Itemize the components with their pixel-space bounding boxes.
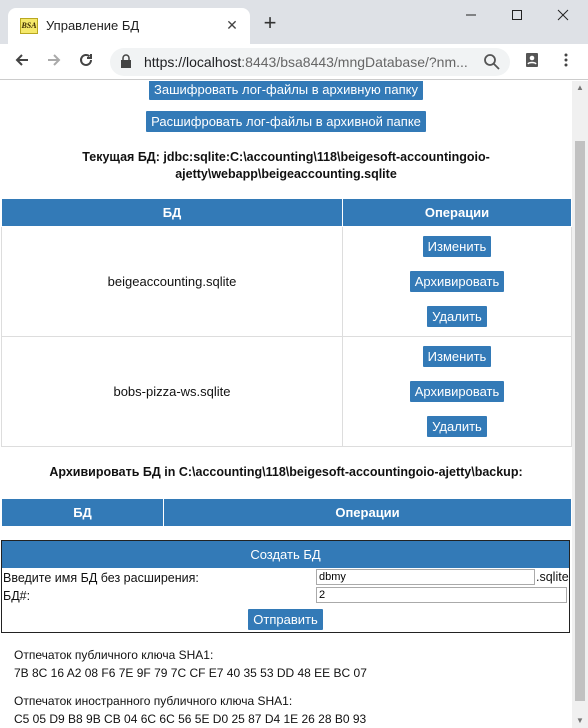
forward-arrow-icon — [48, 54, 61, 66]
browser-toolbar: https://localhost:8443/bsa8443/mngDataba… — [0, 44, 588, 80]
archive-button[interactable]: Архивировать — [409, 381, 505, 402]
database-table: БД Операции beigeaccounting.sqlite Измен… — [1, 198, 572, 447]
row-operations: Изменить Архивировать Удалить — [342, 336, 572, 447]
encrypt-row: Зашифровать лог-файлы в архивную папку — [0, 81, 572, 100]
archive-table: БД Операции — [1, 498, 572, 527]
edit-button[interactable]: Изменить — [422, 236, 492, 257]
column-header-db: БД — [1, 498, 164, 527]
minimize-button[interactable] — [448, 0, 494, 32]
current-db-heading: Текущая БД: jdbc:sqlite:C:\accounting\11… — [82, 150, 490, 181]
url-host: https://localhost — [144, 54, 242, 70]
db-id-label: БД#: — [3, 589, 31, 603]
profile-button[interactable] — [518, 48, 546, 76]
scroll-up-icon[interactable]: ▲ — [572, 81, 588, 95]
browser-tabstrip: BSA Управление БД ✕ + — [0, 0, 588, 44]
submit-button[interactable]: Отправить — [248, 609, 323, 630]
window-close-button[interactable] — [540, 0, 586, 32]
reload-icon — [80, 53, 92, 66]
address-bar[interactable]: https://localhost:8443/bsa8443/mngDataba… — [110, 48, 510, 76]
edit-button[interactable]: Изменить — [422, 346, 492, 367]
scrollbar-thumb[interactable] — [575, 141, 585, 701]
foreign-key-value: C5 05 D9 B8 9B CB 04 6C 6C 56 5E D0 25 8… — [14, 712, 367, 726]
lock-icon — [121, 54, 131, 68]
db-name: beigeaccounting.sqlite — [1, 226, 343, 337]
column-header-ops: Операции — [342, 198, 572, 227]
decrypt-row: Расшифровать лог-файлы в архивной папке — [0, 111, 572, 132]
archive-button[interactable]: Архивировать — [409, 271, 505, 292]
maximize-button[interactable] — [494, 0, 540, 32]
db-name-input[interactable] — [316, 569, 535, 585]
back-arrow-icon — [15, 54, 28, 66]
browser-tab[interactable]: BSA Управление БД ✕ — [8, 8, 250, 44]
create-db-title: Создать БД — [2, 541, 569, 568]
back-button[interactable] — [8, 48, 36, 76]
maximize-icon — [512, 10, 522, 20]
window-close-icon — [557, 9, 569, 21]
url-path: :8443/bsa8443/mngDatabase/?nm... — [241, 54, 468, 70]
encrypt-logs-button[interactable]: Зашифровать лог-файлы в архивную папку — [149, 81, 423, 100]
db-name: bobs-pizza-ws.sqlite — [1, 336, 343, 447]
public-key-label: Отпечаток публичного ключа SHA1: — [14, 648, 214, 662]
search-icon[interactable] — [482, 52, 502, 72]
forward-button[interactable] — [40, 48, 68, 76]
url-text: https://localhost:8443/bsa8443/mngDataba… — [144, 54, 474, 70]
table-header-row: БД Операции — [1, 498, 572, 527]
column-header-db: БД — [1, 198, 343, 227]
tab-title: Управление БД — [46, 18, 140, 33]
db-id-input[interactable] — [316, 587, 567, 603]
page-scrollbar[interactable]: ▲ ▼ — [572, 81, 588, 728]
minimize-icon — [466, 14, 476, 16]
new-tab-button[interactable]: + — [258, 12, 282, 36]
decrypt-logs-button[interactable]: Расшифровать лог-файлы в архивной папке — [146, 111, 426, 132]
table-header-row: БД Операции — [1, 198, 572, 227]
foreign-key-label: Отпечаток иностранного публичного ключа … — [14, 694, 293, 708]
public-key-value: 7B 8C 16 A2 08 F6 7E 9F 79 7C CF E7 40 3… — [14, 666, 367, 680]
delete-button[interactable]: Удалить — [427, 306, 487, 327]
account-icon — [526, 53, 538, 67]
extension-label: .sqlite — [536, 570, 569, 584]
table-row: beigeaccounting.sqlite Изменить Архивиро… — [1, 226, 572, 337]
favicon-icon: BSA — [20, 18, 38, 34]
row-operations: Изменить Архивировать Удалить — [342, 226, 572, 337]
delete-button[interactable]: Удалить — [427, 416, 487, 437]
db-name-label: Введите имя БД без расширения: — [3, 571, 199, 585]
submit-row: Отправить — [2, 609, 569, 630]
tab-close-icon[interactable]: ✕ — [222, 15, 242, 35]
reload-button[interactable] — [72, 48, 100, 76]
table-row: bobs-pizza-ws.sqlite Изменить Архивирова… — [1, 336, 572, 447]
menu-button[interactable] — [552, 48, 580, 76]
scroll-down-icon[interactable]: ▼ — [572, 714, 588, 728]
column-header-ops: Операции — [163, 498, 572, 527]
archive-heading: Архивировать БД in C:\accounting\118\bei… — [49, 465, 523, 479]
kebab-menu-icon — [564, 53, 568, 67]
create-db-form: Создать БД Введите имя БД без расширения… — [1, 540, 570, 633]
page-viewport: Зашифровать лог-файлы в архивную папку Р… — [0, 81, 572, 728]
